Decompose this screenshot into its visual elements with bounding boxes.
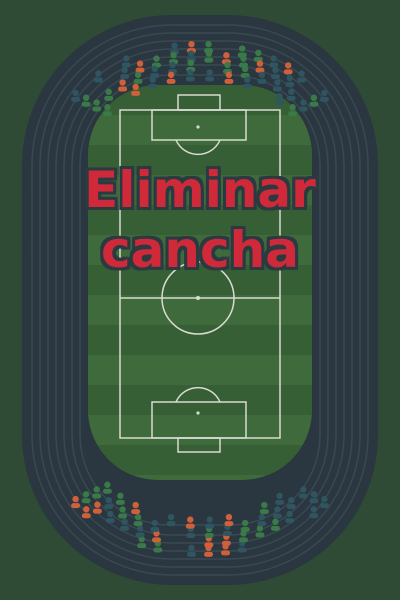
penalty-spot-top [196,125,200,129]
stadium-illustration [22,15,378,585]
title-line-2: cancha [101,221,299,279]
title-line-1: Eliminar [84,161,316,219]
delete-field-button[interactable]: Eliminar cancha [0,160,400,280]
game-screen: Eliminar cancha [0,0,400,600]
penalty-spot-bottom [196,411,200,415]
center-spot [196,296,200,300]
soccer-field-icon [88,85,312,480]
